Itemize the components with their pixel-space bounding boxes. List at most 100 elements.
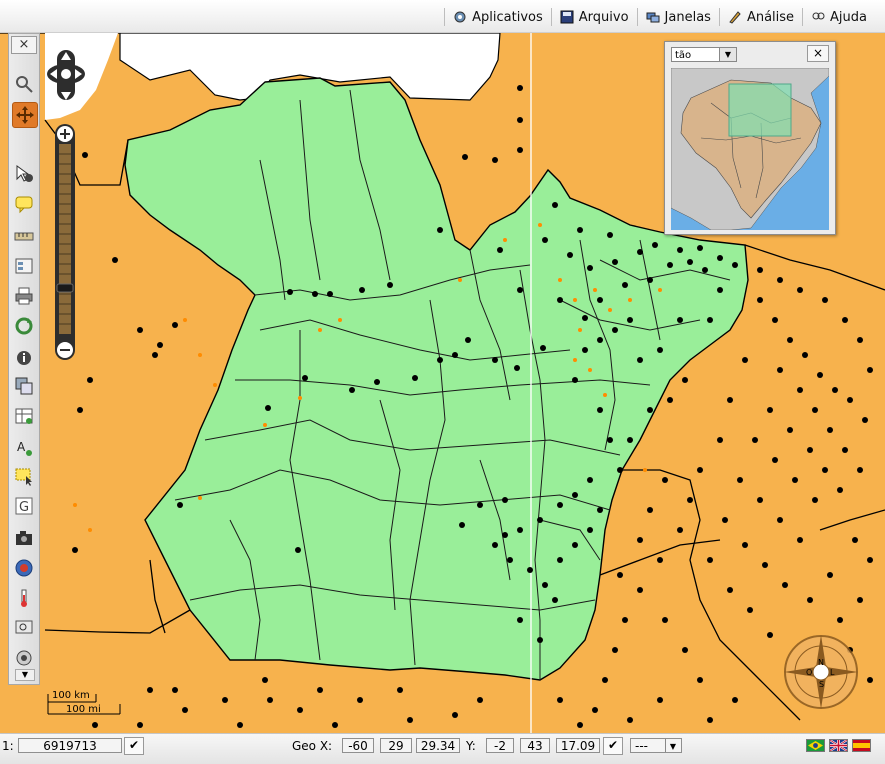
google-icon: G bbox=[15, 497, 33, 515]
wikipedia-tool[interactable] bbox=[12, 556, 36, 580]
locate-tool[interactable] bbox=[12, 646, 36, 670]
thermometer-icon bbox=[21, 589, 27, 607]
compass-label-l: L bbox=[830, 668, 835, 677]
scale-bar: 100 km 100 mi bbox=[44, 690, 124, 718]
identify-tool[interactable] bbox=[12, 162, 36, 186]
measure-icon bbox=[14, 232, 34, 241]
menu-ajuda-label: Ajuda bbox=[830, 9, 867, 25]
wikipedia-icon bbox=[15, 559, 33, 577]
highlighted-state bbox=[124, 77, 749, 681]
compass-rose: N L S O bbox=[780, 627, 862, 717]
layers-icon bbox=[15, 377, 33, 395]
chevron-down-icon: ▼ bbox=[665, 739, 680, 752]
measure-tool[interactable] bbox=[12, 224, 36, 248]
legend-icon bbox=[15, 258, 33, 274]
search-icon bbox=[15, 620, 33, 634]
menu-aplicativos[interactable]: Aplicativos bbox=[444, 8, 551, 26]
apps-icon bbox=[454, 11, 466, 23]
pan-arrows-icon[interactable] bbox=[46, 46, 86, 126]
add-text-tool[interactable]: A bbox=[12, 436, 36, 460]
zoom-slider[interactable] bbox=[55, 124, 75, 360]
floppy-disk-icon bbox=[560, 10, 574, 24]
zoom-box-icon bbox=[16, 76, 33, 93]
flag-uk-icon[interactable] bbox=[829, 739, 848, 752]
compass-label-n: N bbox=[818, 658, 824, 667]
menu-aplicativos-label: Aplicativos bbox=[472, 9, 543, 25]
locate-icon bbox=[16, 650, 32, 666]
geo-x-minutes[interactable]: 29 bbox=[380, 738, 412, 753]
menu-janelas[interactable]: Janelas bbox=[636, 8, 719, 26]
layers-tool[interactable] bbox=[12, 374, 36, 398]
menu-bar: Aplicativos Arquivo Janelas Análise Ajud… bbox=[0, 0, 885, 33]
status-bar: 1: 6919713 ✔ Geo X: -60 29 29.34 Y: -2 4… bbox=[0, 733, 885, 764]
geo-y-seconds[interactable]: 17.09 bbox=[556, 738, 600, 753]
camera-tool[interactable] bbox=[12, 526, 36, 550]
geo-x-label: Geo X: bbox=[292, 739, 333, 753]
coords-confirm-button[interactable]: ✔ bbox=[603, 737, 623, 755]
scale-confirm-button[interactable]: ✔ bbox=[124, 737, 144, 755]
geo-y-label: Y: bbox=[466, 739, 476, 753]
info-icon bbox=[17, 351, 31, 365]
legend-tool[interactable] bbox=[12, 254, 36, 278]
tool-panel: × A G ▼ bbox=[8, 33, 40, 685]
geo-y-degrees[interactable]: -2 bbox=[486, 738, 514, 753]
scale-mi-label: 100 mi bbox=[66, 704, 101, 715]
scale-input[interactable]: 6919713 bbox=[18, 738, 122, 753]
menu-ajuda[interactable]: Ajuda bbox=[802, 8, 875, 26]
scale-prefix: 1: bbox=[2, 739, 14, 753]
tooltip-tool[interactable] bbox=[12, 192, 36, 216]
compass-label-o: O bbox=[806, 668, 812, 677]
menu-arquivo-label: Arquivo bbox=[578, 9, 629, 25]
print-tool[interactable] bbox=[12, 284, 36, 308]
menu-analise-label: Análise bbox=[746, 9, 795, 25]
overview-close-button[interactable]: × bbox=[807, 45, 829, 62]
analysis-icon bbox=[729, 11, 741, 24]
table-icon bbox=[15, 408, 33, 424]
svg-text:G: G bbox=[19, 500, 29, 515]
identify-icon bbox=[16, 165, 33, 182]
table-tool[interactable] bbox=[12, 404, 36, 428]
geo-x-degrees[interactable]: -60 bbox=[342, 738, 374, 753]
overview-extent-box bbox=[728, 83, 792, 137]
pan-icon bbox=[16, 106, 34, 124]
menu-janelas-label: Janelas bbox=[664, 9, 711, 25]
thermometer-tool[interactable] bbox=[12, 586, 36, 610]
zoom-slider-graphic bbox=[56, 126, 74, 358]
toolbar-close-button[interactable]: × bbox=[11, 36, 37, 54]
refresh-icon bbox=[15, 317, 33, 335]
info-tool[interactable] bbox=[12, 346, 36, 370]
overview-select-value: tão bbox=[675, 50, 692, 61]
select-area-tool[interactable] bbox=[12, 464, 36, 488]
navigation-control bbox=[46, 46, 86, 366]
google-tool[interactable]: G bbox=[12, 494, 36, 518]
scale-km-label: 100 km bbox=[52, 690, 90, 701]
geo-y-minutes[interactable]: 43 bbox=[520, 738, 550, 753]
toolbar-scroll-down[interactable]: ▼ bbox=[15, 669, 35, 681]
menu-arquivo[interactable]: Arquivo bbox=[550, 8, 637, 26]
flag-brazil-icon[interactable] bbox=[806, 739, 825, 752]
select-area-icon bbox=[15, 468, 32, 486]
pan-tool[interactable] bbox=[12, 102, 38, 128]
camera-icon bbox=[16, 531, 32, 545]
windows-icon bbox=[646, 12, 660, 23]
print-icon bbox=[15, 287, 33, 305]
chevron-down-icon[interactable]: ▼ bbox=[719, 48, 736, 61]
overview-map-panel: tão ▼ × bbox=[664, 41, 836, 235]
projection-select-value: --- bbox=[635, 739, 648, 753]
compass-icon: N L S O bbox=[784, 635, 858, 709]
add-text-icon: A bbox=[17, 440, 32, 456]
refresh-tool[interactable] bbox=[12, 314, 36, 338]
flag-spain-icon[interactable] bbox=[852, 739, 871, 752]
geo-x-seconds[interactable]: 29.34 bbox=[416, 738, 460, 753]
compass-label-s: S bbox=[819, 680, 824, 689]
menu-analise[interactable]: Análise bbox=[718, 8, 802, 26]
tooltip-icon bbox=[15, 196, 33, 214]
zoom-box-tool[interactable] bbox=[12, 72, 36, 96]
overview-layer-select[interactable]: tão ▼ bbox=[671, 47, 737, 62]
projection-select[interactable]: --- ▼ bbox=[630, 738, 682, 753]
svg-text:A: A bbox=[17, 440, 26, 454]
menu-items: Aplicativos Arquivo Janelas Análise Ajud… bbox=[444, 8, 875, 26]
help-icon bbox=[812, 12, 825, 20]
overview-map[interactable] bbox=[671, 68, 829, 230]
search-tool[interactable] bbox=[12, 616, 36, 640]
